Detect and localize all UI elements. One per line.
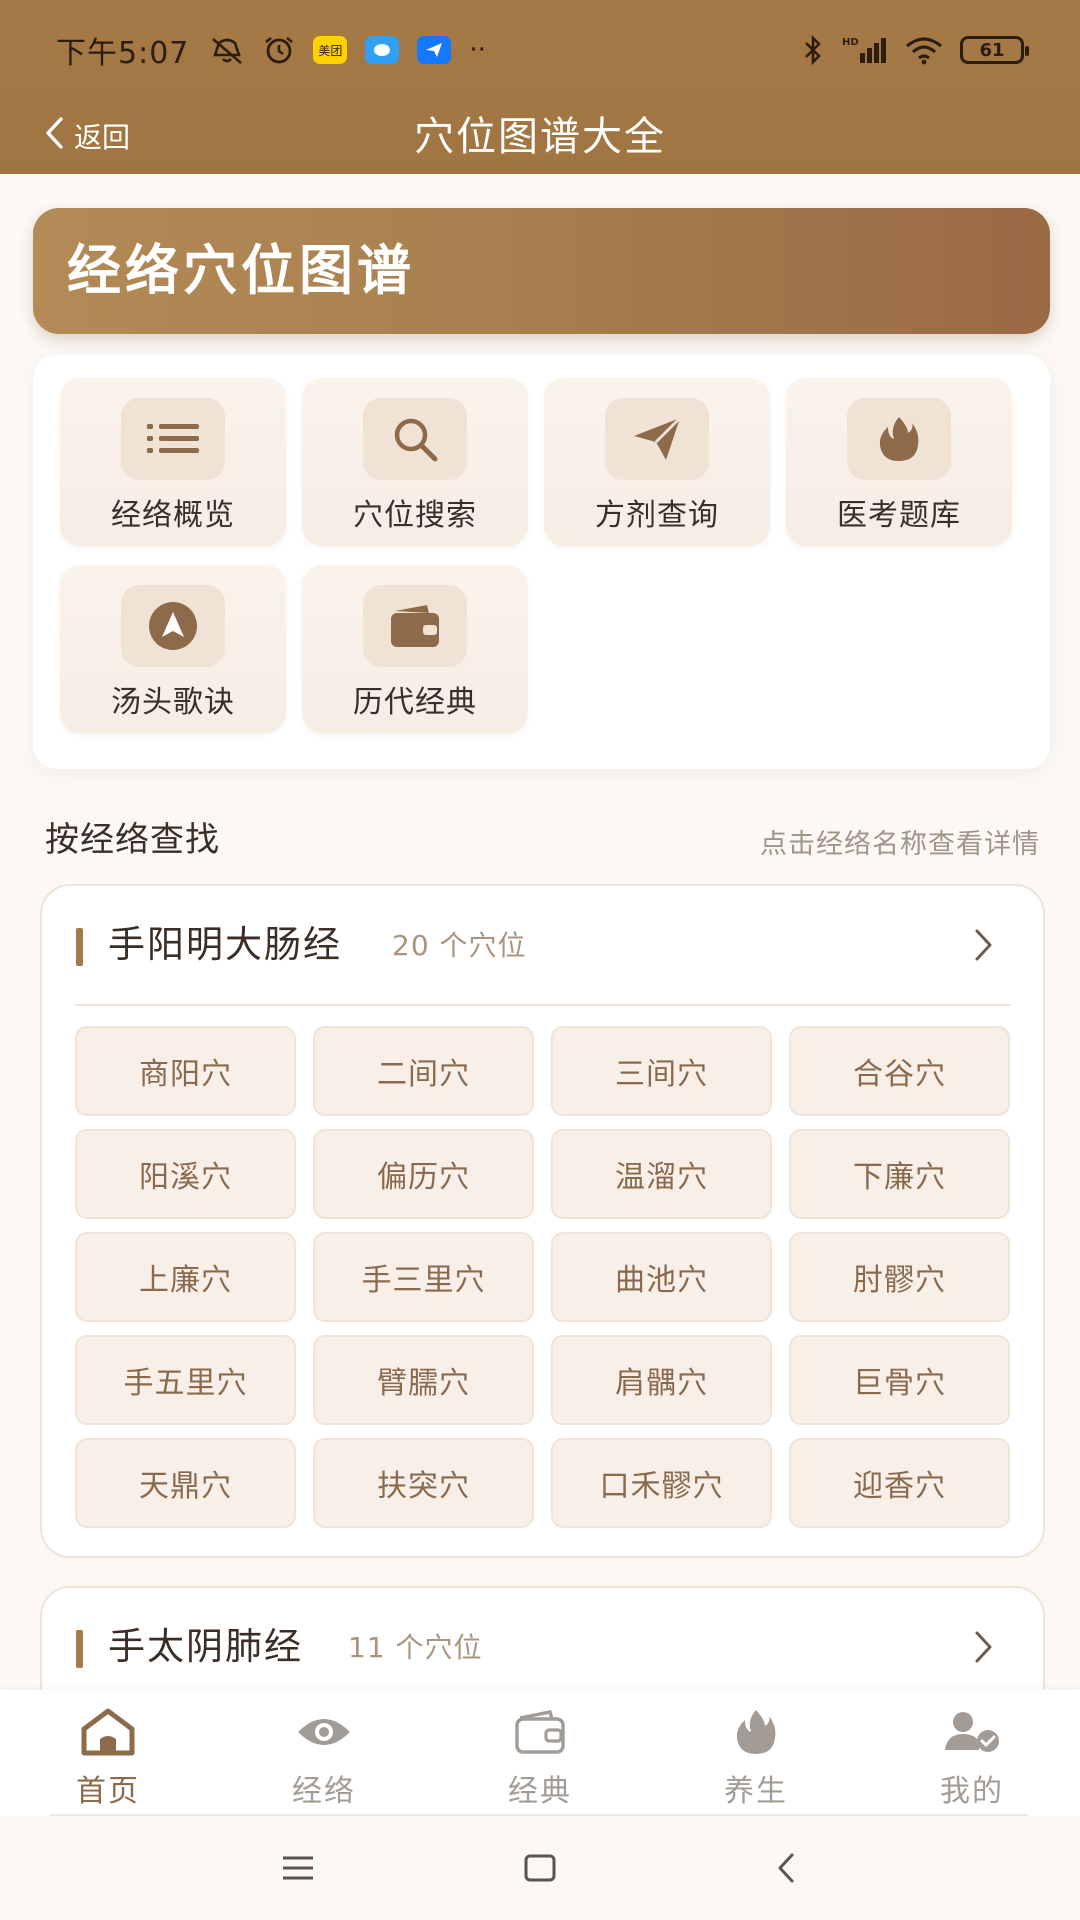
send-icon: [605, 398, 709, 480]
tab-label: 首页: [76, 1774, 140, 1809]
tab-label: 养生: [724, 1774, 788, 1809]
navigation-icon: [121, 585, 225, 667]
acupoint-chip[interactable]: 下廉穴: [789, 1129, 1010, 1219]
acupoint-chip[interactable]: 手五里穴: [75, 1335, 296, 1425]
back-arrow-icon[interactable]: [746, 1838, 826, 1898]
send-app-icon: [417, 36, 452, 64]
flame-icon: [847, 398, 951, 480]
tab-meridians[interactable]: 经络: [216, 1690, 432, 1814]
feature-label: 穴位搜索: [353, 498, 477, 533]
more-notifications-icon: ··: [469, 35, 486, 65]
acupoint-chip[interactable]: 迎香穴: [789, 1438, 1010, 1528]
tab-classics[interactable]: 经典: [432, 1690, 648, 1814]
meridian-card-header[interactable]: 手太阴肺经 11 个穴位: [42, 1588, 1043, 1706]
status-notification-icons: 美团 ··: [209, 35, 486, 65]
acupoint-chip[interactable]: 二间穴: [313, 1026, 534, 1116]
wifi-icon: [904, 35, 944, 65]
acupoint-chip[interactable]: 合谷穴: [789, 1026, 1010, 1116]
wallet-icon: [363, 585, 467, 667]
home-square-icon[interactable]: [500, 1838, 580, 1898]
status-time: 下午5:07: [56, 36, 190, 71]
acupoint-chip[interactable]: 肩髃穴: [551, 1335, 772, 1425]
feature-classics[interactable]: 历代经典: [302, 565, 528, 733]
bluetooth-icon: [802, 34, 824, 66]
accent-bar: [76, 928, 83, 966]
feature-label: 汤头歌诀: [111, 685, 235, 720]
svg-text:HD: HD: [842, 37, 859, 48]
feature-label: 历代经典: [353, 685, 477, 720]
acupoint-chip[interactable]: 天鼎穴: [75, 1438, 296, 1528]
feature-decoction-verses[interactable]: 汤头歌诀: [60, 565, 286, 733]
flame-icon: [648, 1702, 864, 1762]
tab-wellness[interactable]: 养生: [648, 1690, 864, 1814]
hero-banner: 经络穴位图谱: [33, 208, 1050, 334]
acupoint-count-unit: 个穴位: [395, 1631, 483, 1664]
user-check-icon: [864, 1702, 1080, 1762]
mute-icon: [209, 35, 245, 65]
status-system-icons: HD 61: [802, 34, 1029, 66]
acupoint-chip[interactable]: 口禾髎穴: [551, 1438, 772, 1528]
acupoint-chip[interactable]: 商阳穴: [75, 1026, 296, 1116]
tab-label: 我的: [940, 1774, 1004, 1809]
accent-bar: [76, 1630, 83, 1668]
system-navigation-bar: [0, 1816, 1080, 1920]
feature-meridian-overview[interactable]: 经络概览: [60, 378, 286, 546]
tab-label: 经典: [508, 1774, 572, 1809]
meridian-name: 手阳明大肠经: [108, 923, 342, 966]
meituan-app-icon: 美团: [313, 36, 348, 64]
page-title: 穴位图谱大全: [414, 114, 666, 160]
feature-prescription-query[interactable]: 方剂查询: [544, 378, 770, 546]
alarm-icon: [263, 35, 295, 65]
feature-grid: 经络概览 穴位搜索 方剂查询 医考题库 汤头歌诀 历代经典: [33, 355, 1050, 769]
tab-home[interactable]: 首页: [0, 1690, 216, 1814]
chevron-right-icon: [969, 926, 999, 964]
tab-label: 经络: [292, 1774, 356, 1809]
feature-label: 经络概览: [111, 498, 235, 533]
acupoint-count-unit: 个穴位: [439, 929, 527, 962]
status-bar: 下午5:07 美团 ·· HD 61: [0, 0, 1080, 100]
app-header: 下午5:07 美团 ·· HD 61 返回 穴位图谱大全: [0, 0, 1080, 174]
acupoint-chip[interactable]: 肘髎穴: [789, 1232, 1010, 1322]
banner-title: 经络穴位图谱: [67, 239, 415, 302]
nav-bar: 返回 穴位图谱大全: [0, 100, 1080, 174]
acupoint-chip[interactable]: 扶突穴: [313, 1438, 534, 1528]
acupoint-chip[interactable]: 偏历穴: [313, 1129, 534, 1219]
section-hint: 点击经络名称查看详情: [760, 829, 1040, 860]
divider: [75, 1004, 1011, 1006]
acupoint-chip[interactable]: 曲池穴: [551, 1232, 772, 1322]
signal-icon: HD: [840, 35, 888, 65]
menu-icon[interactable]: [258, 1838, 338, 1898]
chevron-right-icon: [969, 1628, 999, 1666]
acupoint-chip[interactable]: 巨骨穴: [789, 1335, 1010, 1425]
feature-label: 医考题库: [837, 498, 961, 533]
acupoint-chip[interactable]: 臂臑穴: [313, 1335, 534, 1425]
acupoint-chip[interactable]: 上廉穴: [75, 1232, 296, 1322]
meridian-name: 手太阴肺经: [108, 1625, 303, 1668]
acupoint-chip[interactable]: 阳溪穴: [75, 1129, 296, 1219]
chat-app-icon: [365, 36, 400, 64]
acupoint-chip[interactable]: 三间穴: [551, 1026, 772, 1116]
tab-profile[interactable]: 我的: [864, 1690, 1080, 1814]
acupoint-count: 20 个穴位: [392, 886, 527, 1006]
section-title: 按经络查找: [45, 820, 220, 860]
home-icon: [0, 1702, 216, 1762]
feature-acupoint-search[interactable]: 穴位搜索: [302, 378, 528, 546]
meridian-card: 手阳明大肠经 20 个穴位 商阳穴 二间穴 三间穴 合谷穴 阳溪穴 偏历穴 温溜…: [40, 884, 1045, 1558]
meridian-card-header[interactable]: 手阳明大肠经 20 个穴位: [42, 886, 1043, 1004]
acupoint-chip[interactable]: 温溜穴: [551, 1129, 772, 1219]
meridian-section-header: 按经络查找 点击经络名称查看详情: [45, 812, 1040, 864]
feature-exam-bank[interactable]: 医考题库: [786, 378, 1012, 546]
search-icon: [363, 398, 467, 480]
wallet-icon: [432, 1702, 648, 1762]
feature-label: 方剂查询: [595, 498, 719, 533]
eye-icon: [216, 1702, 432, 1762]
acupoint-count-number: 11: [348, 1631, 386, 1664]
bottom-tab-bar: 首页 经络 经典 养生 我的: [0, 1690, 1080, 1816]
acupoint-chip[interactable]: 手三里穴: [313, 1232, 534, 1322]
battery-indicator: 61: [960, 36, 1029, 64]
list-icon: [121, 398, 225, 480]
acupoint-count-number: 20: [392, 929, 430, 962]
